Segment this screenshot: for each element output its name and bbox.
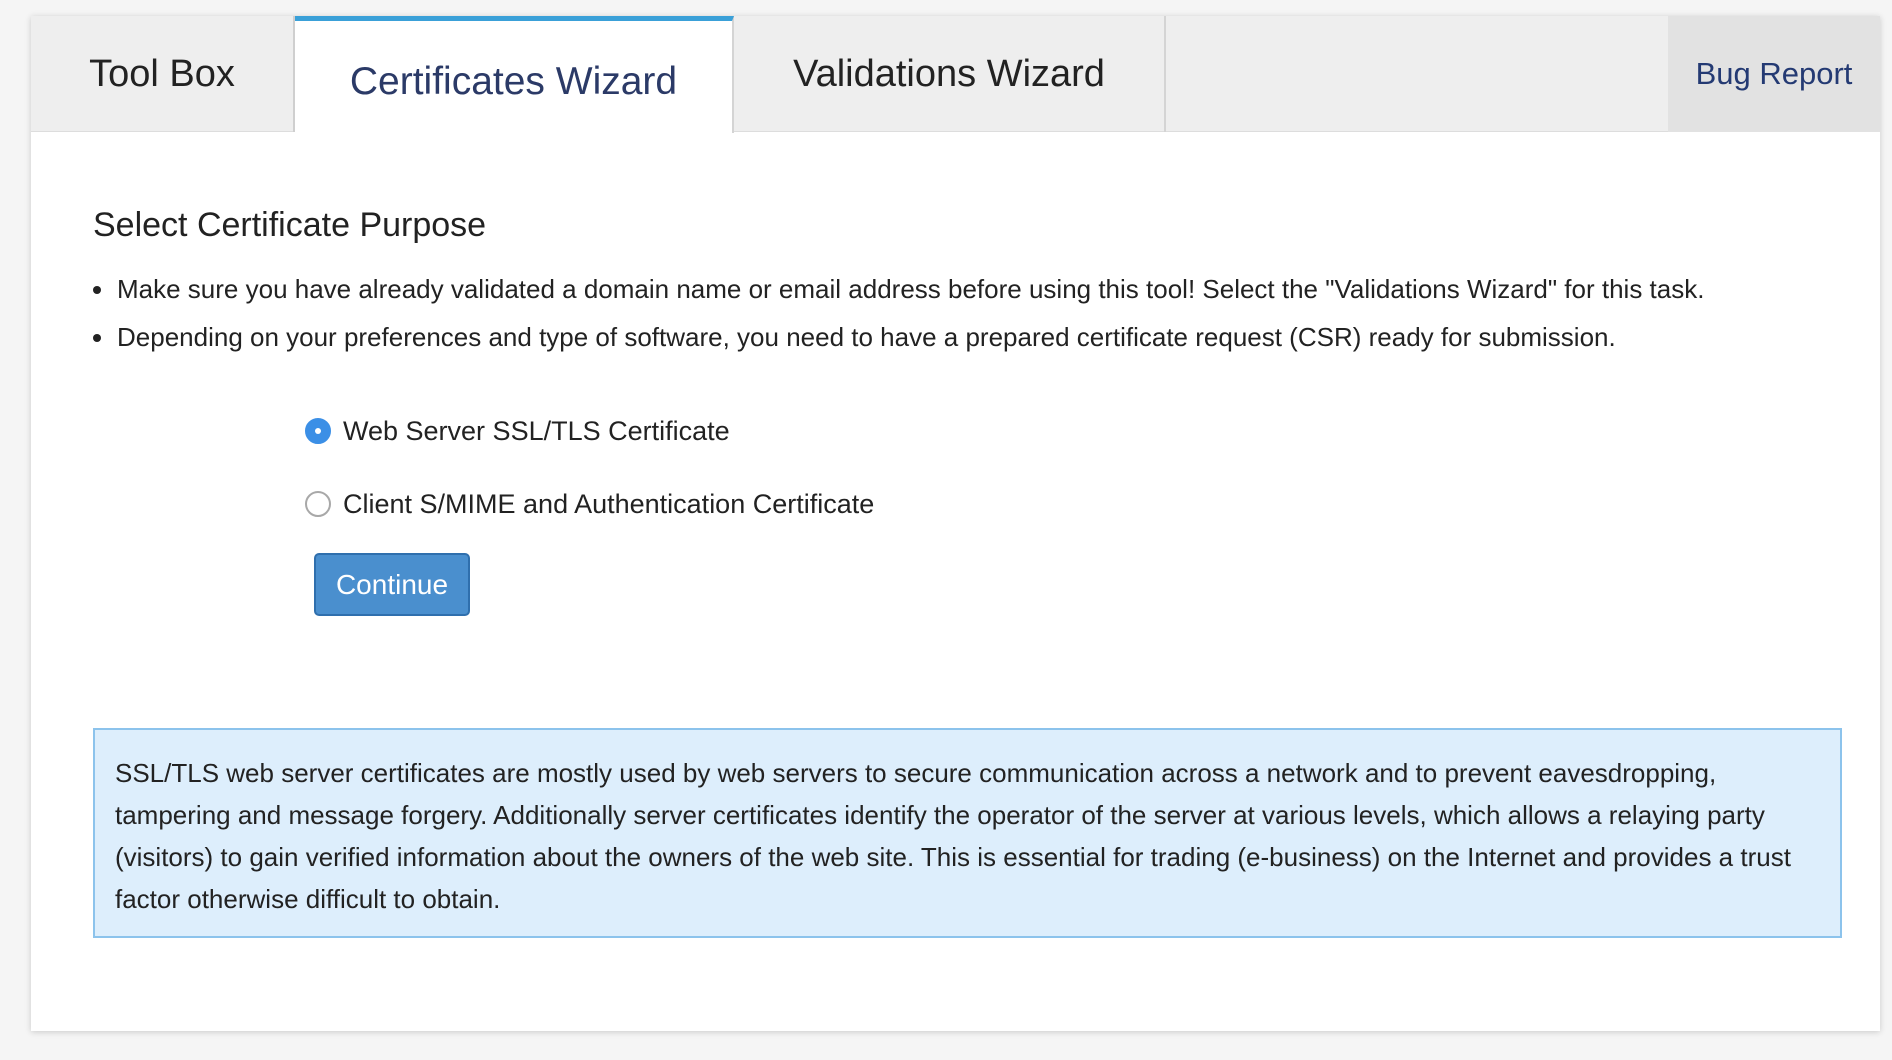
option-web-server-certificate[interactable]: Web Server SSL/TLS Certificate <box>305 411 874 451</box>
info-text: SSL/TLS web server certificates are most… <box>115 758 1791 914</box>
radio-client-certificate[interactable] <box>305 491 331 517</box>
purpose-options: Web Server SSL/TLS Certificate Client S/… <box>305 411 874 557</box>
tab-tool-box[interactable]: Tool Box <box>31 16 295 132</box>
radio-web-server-certificate[interactable] <box>305 418 331 444</box>
tab-validations-wizard[interactable]: Validations Wizard <box>734 16 1166 132</box>
tab-bar: Tool Box Certificates Wizard Validations… <box>31 16 1880 133</box>
tab-certificates-wizard[interactable]: Certificates Wizard <box>295 16 734 133</box>
bug-report-link[interactable]: Bug Report <box>1668 16 1880 132</box>
bug-report-label: Bug Report <box>1695 56 1853 91</box>
option-label: Web Server SSL/TLS Certificate <box>343 415 730 446</box>
tab-certificates-wizard-label: Certificates Wizard <box>349 60 678 103</box>
instructions-list: Make sure you have already validated a d… <box>93 265 1853 361</box>
instruction-item: Depending on your preferences and type o… <box>93 313 1853 361</box>
tab-validations-wizard-label: Validations Wizard <box>793 52 1105 95</box>
main-content: Select Certificate Purpose Make sure you… <box>93 206 1853 616</box>
option-client-certificate[interactable]: Client S/MIME and Authentication Certifi… <box>305 484 874 524</box>
app-window: Tool Box Certificates Wizard Validations… <box>31 16 1880 1031</box>
page-title: Select Certificate Purpose <box>93 206 487 244</box>
option-label: Client S/MIME and Authentication Certifi… <box>343 488 875 519</box>
info-box: SSL/TLS web server certificates are most… <box>93 728 1842 938</box>
instruction-item: Make sure you have already validated a d… <box>93 265 1853 313</box>
continue-button[interactable]: Continue <box>314 553 470 616</box>
tab-tool-box-label: Tool Box <box>89 52 235 95</box>
